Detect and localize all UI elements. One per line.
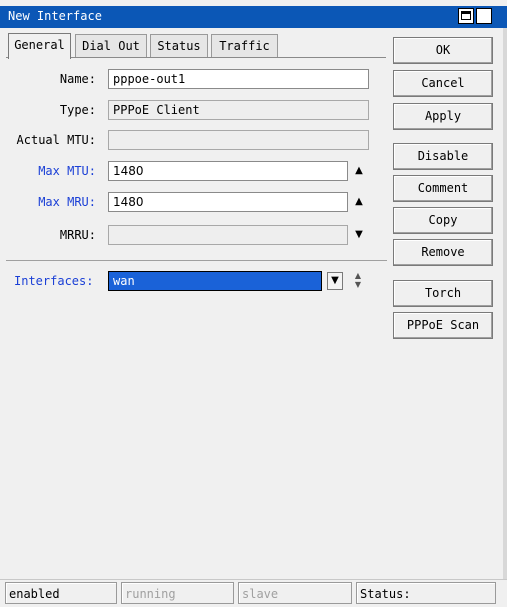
max-mtu-input[interactable]: 1480 <box>108 161 348 181</box>
status-enabled: enabled <box>5 582 117 604</box>
max-mtu-label: Max MTU: <box>38 164 96 178</box>
mrru-toggle-down-icon[interactable]: ▼ <box>353 229 365 241</box>
updown-arrows-icon[interactable]: ▲ ▼ <box>351 271 365 291</box>
torch-button[interactable]: Torch <box>393 280 493 307</box>
name-label: Name: <box>59 72 96 86</box>
maximize-icon[interactable] <box>458 8 474 24</box>
type-field: PPPoE Client <box>108 100 369 120</box>
max-mru-toggle-up-icon[interactable]: ▲ <box>353 196 365 208</box>
remove-button[interactable]: Remove <box>393 239 493 266</box>
dropdown-icon[interactable]: ▼ <box>327 272 343 290</box>
status-label: Status: <box>356 582 496 604</box>
max-mtu-toggle-up-icon[interactable]: ▲ <box>353 165 365 177</box>
close-icon[interactable]: × <box>476 8 492 24</box>
type-label: Type: <box>59 103 96 117</box>
actual-mtu-field <box>108 130 369 150</box>
disable-button[interactable]: Disable <box>393 143 493 170</box>
apply-button[interactable]: Apply <box>393 103 493 130</box>
name-input[interactable]: pppoe-out1 <box>108 69 369 89</box>
tab-status[interactable]: Status <box>150 34 208 58</box>
window-border <box>503 28 507 579</box>
mrru-label: MRRU: <box>59 228 96 242</box>
interfaces-label: Interfaces: <box>14 274 94 288</box>
interfaces-select[interactable]: wan <box>108 271 322 291</box>
separator <box>6 260 387 261</box>
window-title: New Interface <box>8 9 102 23</box>
ok-button[interactable]: OK <box>393 37 493 64</box>
copy-button[interactable]: Copy <box>393 207 493 234</box>
status-slave: slave <box>238 582 352 604</box>
cancel-button[interactable]: Cancel <box>393 70 493 97</box>
max-mru-label: Max MRU: <box>38 195 96 209</box>
status-running: running <box>121 582 234 604</box>
actual-mtu-label: Actual MTU: <box>16 133 96 147</box>
title-bar[interactable]: New Interface × <box>0 6 507 28</box>
max-mru-input[interactable]: 1480 <box>108 192 348 212</box>
tab-traffic[interactable]: Traffic <box>211 34 278 58</box>
comment-button[interactable]: Comment <box>393 175 493 202</box>
pppoe-scan-button[interactable]: PPPoE Scan <box>393 312 493 339</box>
tab-dial-out[interactable]: Dial Out <box>75 34 147 58</box>
mrru-field[interactable] <box>108 225 348 245</box>
tab-general[interactable]: General <box>8 33 71 59</box>
